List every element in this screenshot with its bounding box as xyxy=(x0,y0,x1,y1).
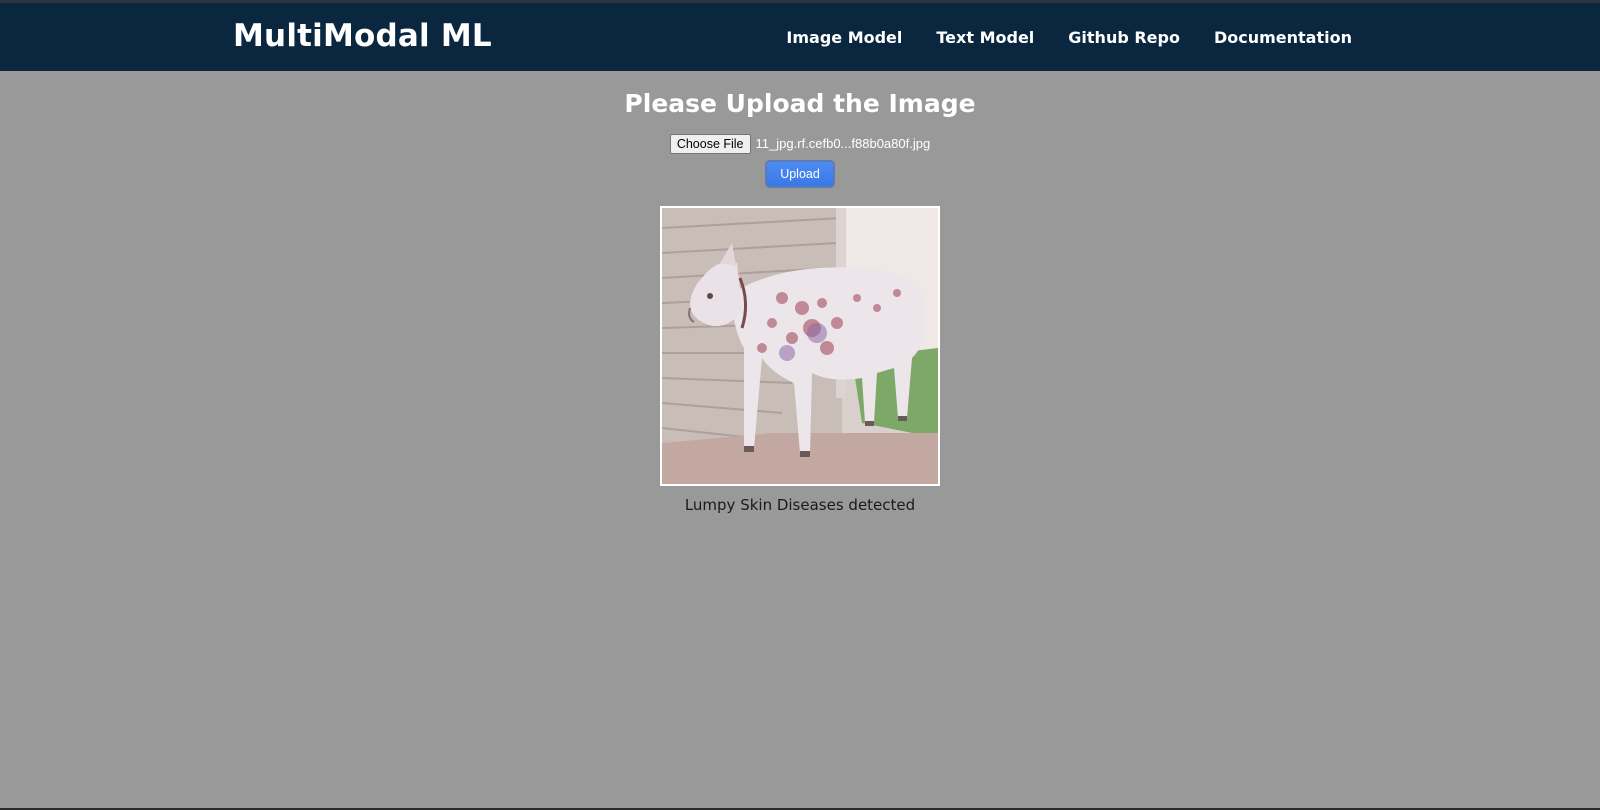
upload-button[interactable]: Upload xyxy=(765,160,835,188)
nav-links: Image Model Text Model Github Repo Docum… xyxy=(786,27,1352,49)
uploaded-image-preview xyxy=(660,206,940,486)
page-title: Please Upload the Image xyxy=(624,89,976,118)
nav-documentation[interactable]: Documentation xyxy=(1214,27,1352,49)
nav-image-model[interactable]: Image Model xyxy=(786,27,902,49)
selected-file-name: 11_jpg.rf.cefb0...f88b0a80f.jpg xyxy=(755,136,931,151)
prediction-result: Lumpy Skin Diseases detected xyxy=(684,496,916,514)
navbar: MultiModal ML Image Model Text Model Git… xyxy=(0,3,1600,71)
nav-github-repo[interactable]: Github Repo xyxy=(1068,27,1180,49)
cow-photo-icon xyxy=(662,208,938,484)
brand-title[interactable]: MultiModal ML xyxy=(233,16,492,56)
file-input: Choose File 11_jpg.rf.cefb0...f88b0a80f.… xyxy=(0,133,1600,155)
main-content: Please Upload the Image Choose File 11_j… xyxy=(0,71,1600,515)
choose-file-button[interactable]: Choose File xyxy=(669,134,751,154)
upload-wrap: Upload xyxy=(0,160,1600,188)
nav-text-model[interactable]: Text Model xyxy=(936,27,1034,49)
